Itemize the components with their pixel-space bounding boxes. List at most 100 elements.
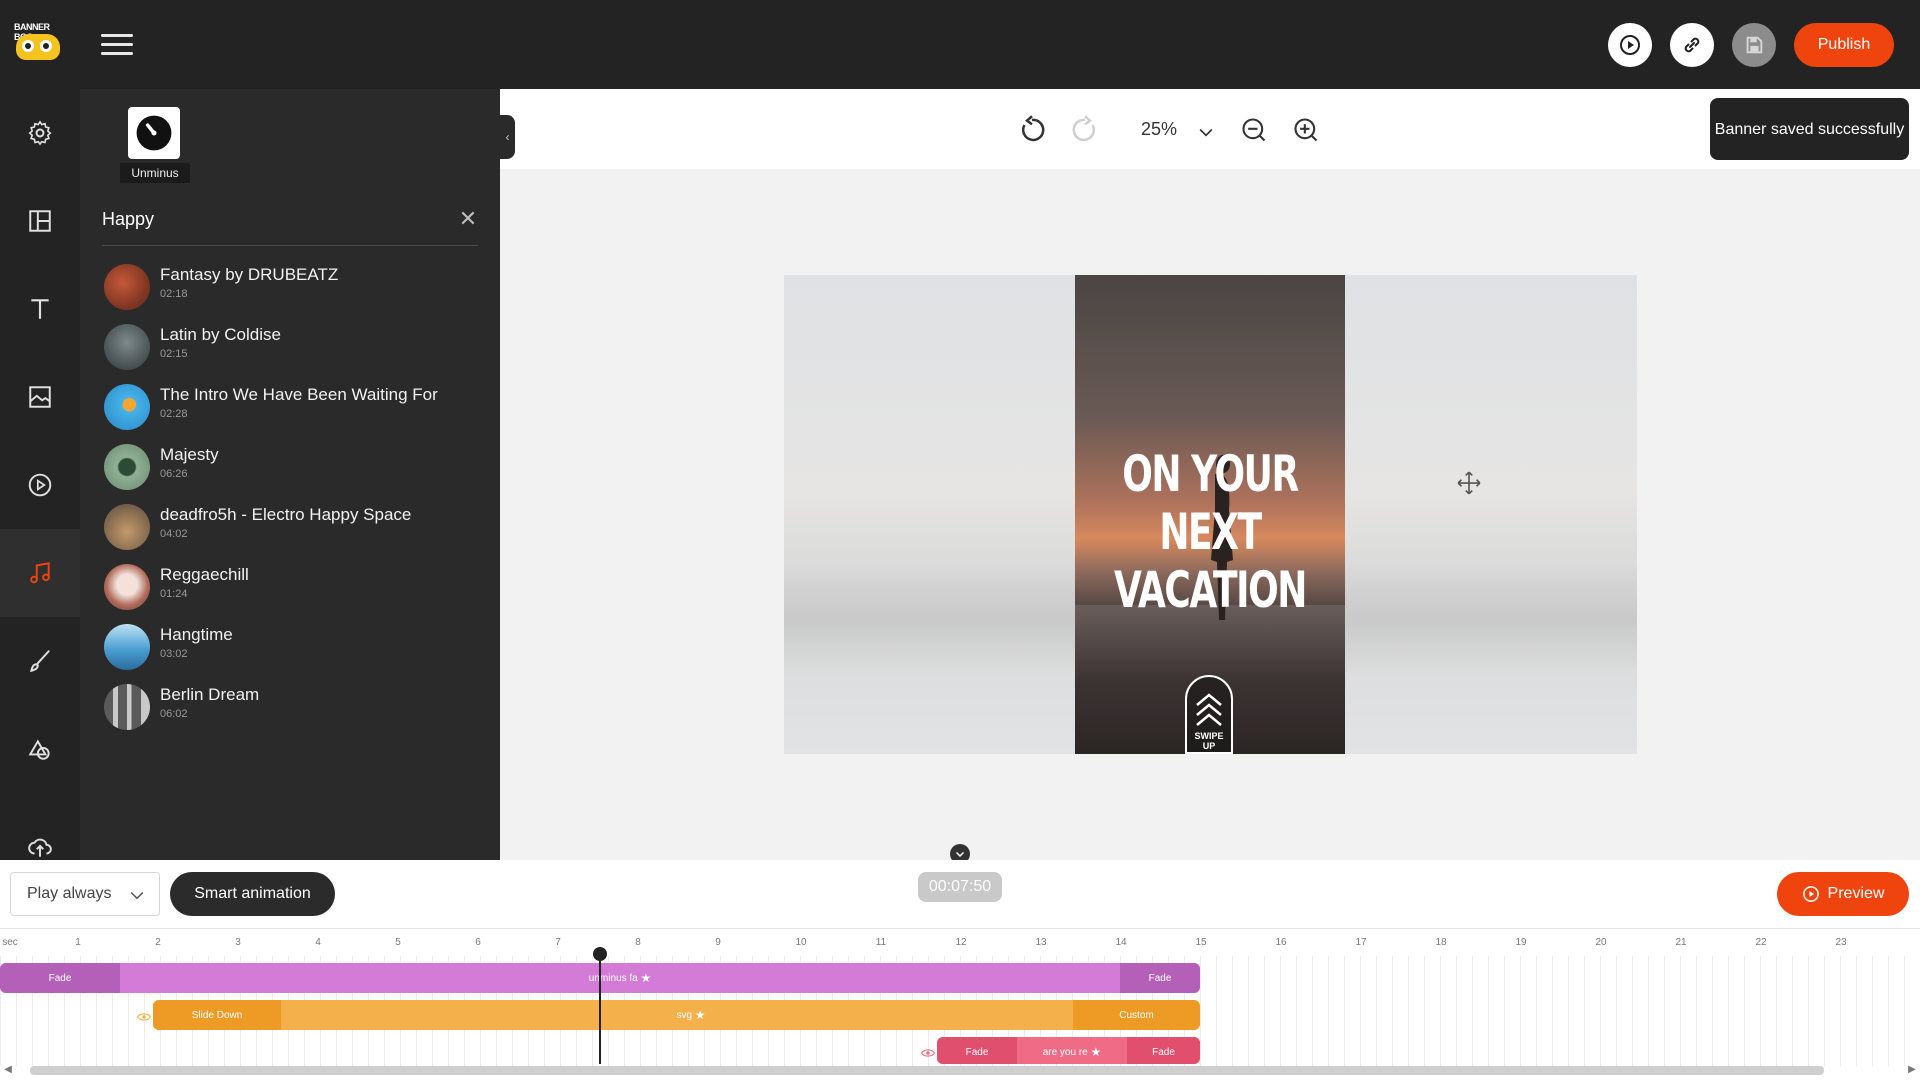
redo-button[interactable] xyxy=(1068,113,1102,147)
track-cover xyxy=(104,564,150,610)
track-title: The Intro We Have Been Waiting For xyxy=(160,385,438,404)
tool-music[interactable] xyxy=(0,529,80,617)
floppy-disk-icon xyxy=(1746,36,1763,54)
preview-button[interactable]: Preview xyxy=(1777,872,1909,916)
swipe-text-1: SWIPE xyxy=(1194,731,1224,741)
tool-settings[interactable] xyxy=(0,89,80,177)
list-item[interactable]: Majesty 06:26 xyxy=(102,437,478,497)
scroll-left-icon[interactable]: ◀ xyxy=(2,1064,14,1076)
track-title: Majesty xyxy=(160,445,219,464)
list-item[interactable]: Fantasy by DRUBEATZ 02:18 xyxy=(102,257,478,317)
animation-out[interactable]: Custom xyxy=(1073,1000,1200,1030)
animation-in[interactable]: Fade xyxy=(0,963,120,993)
link-icon xyxy=(1684,37,1700,53)
list-item[interactable]: Berlin Dream 06:02 xyxy=(102,677,478,737)
track-cover xyxy=(104,264,150,310)
play-mode-select[interactable]: Play always xyxy=(10,872,160,916)
category-title: Happy xyxy=(102,209,155,229)
ruler-tick: 20 xyxy=(1595,937,1607,948)
animation-out[interactable]: Fade xyxy=(1120,963,1200,993)
music-panel: Unminus Happy ✕ Fantasy by DRUBEATZ 02:1… xyxy=(80,89,500,860)
ruler-tick: 4 xyxy=(315,937,321,948)
banner-headline[interactable]: ON YOUR NEXT VACATION xyxy=(1113,445,1307,619)
track-duration: 02:28 xyxy=(160,408,188,420)
ruler-tick: 2 xyxy=(155,937,161,948)
scroll-right-icon[interactable]: ▶ xyxy=(1906,1064,1918,1076)
layer-label: unminus fa ★ xyxy=(120,963,1120,993)
animation-in[interactable]: Fade xyxy=(937,1037,1017,1064)
list-item[interactable]: Reggaechill 01:24 xyxy=(102,557,478,617)
ruler-unit: sec xyxy=(2,937,18,948)
track-cover xyxy=(104,624,150,670)
ruler-tick: 17 xyxy=(1355,937,1367,948)
track-cover xyxy=(104,504,150,550)
redo-icon xyxy=(1072,115,1096,142)
undo-icon xyxy=(1021,115,1045,142)
playhead-handle[interactable] xyxy=(593,947,607,961)
timeline-layer[interactable]: Slide Down svg ★ Custom xyxy=(153,1000,1200,1030)
divider xyxy=(102,245,478,246)
tool-images[interactable] xyxy=(0,353,80,441)
list-item[interactable]: Hangtime 03:02 xyxy=(102,617,478,677)
eye-icon[interactable] xyxy=(137,1012,151,1022)
timeline-layer[interactable]: Fade are you re ★ Fade xyxy=(937,1037,1200,1064)
zoom-in-button[interactable] xyxy=(1289,113,1323,147)
undo-button[interactable] xyxy=(1015,113,1049,147)
collapse-panel-button[interactable]: ‹ xyxy=(500,115,515,159)
ruler-tick: 15 xyxy=(1195,937,1207,948)
layer-name: svg xyxy=(676,1009,692,1021)
list-item[interactable]: The Intro We Have Been Waiting For 02:28 xyxy=(102,377,478,437)
banner-artboard[interactable]: ON YOUR NEXT VACATION SWIPE UP xyxy=(1075,275,1345,754)
save-toast: Banner saved successfully xyxy=(1710,98,1909,160)
track-title: Latin by Coldise xyxy=(160,325,281,344)
artist-name: Unminus xyxy=(120,163,190,183)
smart-animation-button[interactable]: Smart animation xyxy=(170,872,335,916)
save-button[interactable] xyxy=(1732,23,1776,67)
swipe-text-2: UP xyxy=(1202,741,1216,751)
zoom-level[interactable]: 25% xyxy=(1141,119,1177,140)
publish-button[interactable]: Publish xyxy=(1794,23,1894,67)
move-cursor-icon xyxy=(1457,471,1481,495)
star-icon: ★ xyxy=(694,1008,706,1022)
tool-video[interactable] xyxy=(0,441,80,529)
layer-name: unminus fa xyxy=(588,972,638,984)
animation-out[interactable]: Fade xyxy=(1127,1037,1200,1064)
layout-icon xyxy=(29,210,51,232)
ruler-tick: 8 xyxy=(635,937,641,948)
star-icon: ★ xyxy=(640,971,652,985)
tool-text[interactable] xyxy=(0,265,80,353)
star-icon: ★ xyxy=(1090,1045,1102,1059)
tool-upload[interactable] xyxy=(0,793,80,860)
app-logo[interactable]: BANNER BOO xyxy=(14,22,64,64)
tool-brush[interactable] xyxy=(0,617,80,705)
ruler-tick: 7 xyxy=(555,937,561,948)
tool-layouts[interactable] xyxy=(0,177,80,265)
artist-card[interactable]: Unminus xyxy=(120,107,190,183)
list-item[interactable]: deadfro5h - Electro Happy Space 04:02 xyxy=(102,497,478,557)
track-cover xyxy=(104,444,150,490)
track-title: Fantasy by DRUBEATZ xyxy=(160,265,339,284)
animation-in[interactable]: Slide Down xyxy=(153,1000,281,1030)
timeline-scrollbar[interactable] xyxy=(30,1066,1824,1075)
artist-logo xyxy=(128,107,180,159)
menu-icon[interactable] xyxy=(101,32,133,56)
image-icon xyxy=(29,386,51,408)
ruler-tick: 1 xyxy=(75,937,81,948)
zoom-out-icon xyxy=(1242,118,1266,142)
share-link-button[interactable] xyxy=(1670,23,1714,67)
play-mode-value: Play always xyxy=(27,885,112,902)
tool-sidebar xyxy=(0,89,80,860)
play-preview-button[interactable] xyxy=(1608,23,1652,67)
text-icon xyxy=(31,299,49,319)
playhead[interactable] xyxy=(599,956,601,1064)
timeline-ruler[interactable]: sec 1 2 3 4 5 6 7 8 9 10 11 12 13 14 15 … xyxy=(0,928,1920,956)
zoom-out-button[interactable] xyxy=(1237,113,1271,147)
zoom-dropdown[interactable] xyxy=(1189,115,1223,149)
close-icon[interactable]: ✕ xyxy=(456,207,480,231)
swipe-up-badge[interactable]: SWIPE UP xyxy=(1185,675,1233,754)
eye-icon[interactable] xyxy=(921,1048,935,1058)
list-item[interactable]: Latin by Coldise 02:15 xyxy=(102,317,478,377)
tool-shapes[interactable] xyxy=(0,705,80,793)
chevron-down-icon xyxy=(1199,128,1213,137)
layer-label: svg ★ xyxy=(281,1000,1101,1030)
